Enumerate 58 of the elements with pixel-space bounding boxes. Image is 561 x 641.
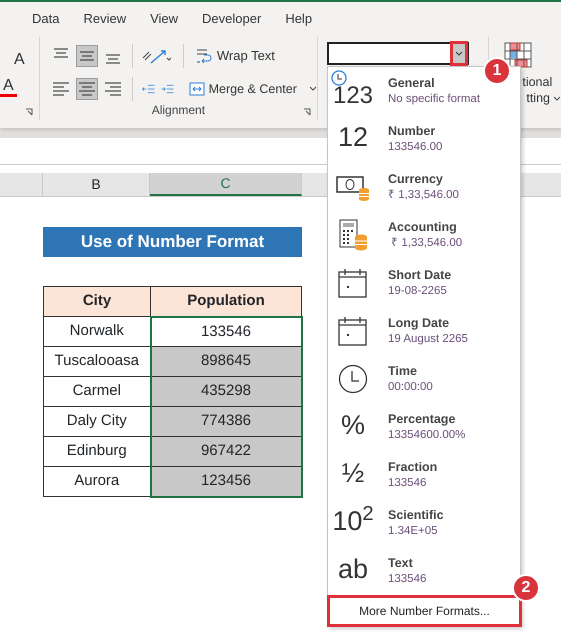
table-cell: 774386 (150, 406, 302, 436)
format-option[interactable]: ½ Fraction 133546 (328, 451, 438, 499)
table-cell: 967422 (150, 436, 302, 466)
format-glyph-icon: ab (338, 554, 368, 584)
format-option[interactable]: Short Date 19-08-2265 (328, 259, 452, 307)
table-cell: 435298 (150, 376, 302, 406)
format-option[interactable]: 12 Number 133546.00 (328, 115, 442, 163)
format-option[interactable]: Long Date 19 August 2265 (328, 307, 468, 355)
table-cell: Norwalk (44, 316, 150, 346)
grow-font-button[interactable]: A (14, 52, 25, 68)
font-color-button[interactable]: A (0, 78, 17, 97)
calendar-icon (338, 268, 368, 298)
ribbon-tab[interactable]: Help (273, 8, 324, 28)
format-glyph-icon: 10$^{2}$ (332, 506, 374, 536)
clock-icon (330, 70, 347, 86)
align-center-button[interactable] (76, 78, 98, 100)
step-callout: 2 (512, 574, 540, 602)
dialog-launcher-icon[interactable] (24, 108, 33, 116)
dropdown-button[interactable] (450, 41, 468, 66)
ribbon-tab[interactable]: Data (20, 8, 72, 28)
calculator-coins-icon (338, 219, 368, 251)
wrap-text-button[interactable]: Wrap Text (196, 46, 275, 66)
table-cell: 123456 (150, 466, 302, 496)
ribbon-tab[interactable]: Developer (190, 8, 274, 28)
wrap-text-icon (196, 47, 214, 65)
number-format-field[interactable] (327, 42, 469, 65)
table-title: Use of Number Format (43, 227, 302, 257)
caret-icon (455, 50, 463, 56)
format-glyph-icon: 123 (332, 82, 374, 108)
format-glyph-icon: ½ (342, 458, 364, 488)
merge-icon (188, 81, 205, 97)
format-option[interactable]: Currency ₹ 1,33,546.00 (328, 163, 459, 211)
format-glyph-icon: 12 (338, 122, 368, 152)
format-option[interactable]: Time 00:00:00 (328, 355, 433, 403)
table-cell: 898645 (150, 346, 302, 376)
column-header[interactable]: C (150, 173, 302, 196)
more-formats-link[interactable]: More Number Formats... (327, 595, 522, 627)
table-header-cell: City (44, 286, 150, 316)
ribbon-tab[interactable]: Review (71, 8, 138, 28)
caret-icon (553, 96, 561, 102)
format-option[interactable]: % Percentage 13354600.00% (328, 403, 466, 451)
format-option[interactable]: 123 General No specific format (328, 67, 480, 115)
conditional-formatting-button[interactable]: tional (522, 74, 552, 90)
table-header-cell: Population (150, 286, 302, 316)
dialog-launcher-icon[interactable] (302, 108, 311, 116)
clock-icon (338, 364, 368, 394)
conditional-grid-icon[interactable] (504, 42, 532, 68)
group-label: Alignment (152, 102, 206, 119)
ribbon-tab[interactable]: View (138, 8, 190, 28)
format-option[interactable]: ab Text 133546 (328, 547, 426, 595)
format-glyph-icon: % (340, 410, 365, 440)
format-option[interactable]: Accounting ₹ 1,33,546.00 (328, 211, 462, 259)
merge-center-button[interactable]: Merge & Center (188, 80, 317, 98)
conditional-formatting-button[interactable]: tting (526, 90, 561, 106)
calendar-icon (338, 316, 368, 346)
caret-icon (308, 86, 317, 92)
align-middle-button[interactable] (76, 45, 98, 67)
format-option[interactable]: 10$^{2}$ Scientific 1.34E+05 (328, 499, 444, 547)
